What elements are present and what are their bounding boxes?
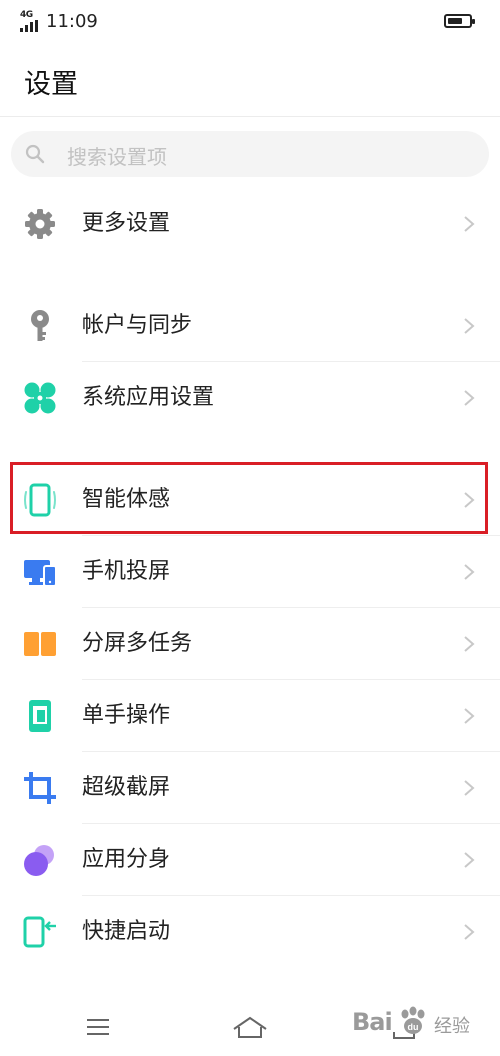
- item-label: 系统应用设置: [82, 385, 215, 410]
- search-icon: [25, 144, 45, 164]
- item-label: 分屏多任务: [82, 631, 193, 656]
- watermark-brand: Bai: [352, 1008, 393, 1036]
- chevron-right-icon: [464, 708, 475, 724]
- status-time: 11:09: [46, 11, 98, 32]
- chevron-right-icon: [464, 852, 475, 868]
- apps-grid-icon: [24, 382, 56, 414]
- cellular-signal-icon: 4G: [20, 10, 42, 32]
- key-icon: [31, 310, 49, 341]
- settings-item-screen-cast[interactable]: 手机投屏: [0, 536, 500, 608]
- settings-item-split-screen[interactable]: 分屏多任务: [0, 608, 500, 680]
- status-bar: 4G 11:09: [0, 0, 500, 44]
- app-clone-icon: [24, 845, 54, 876]
- battery-icon: [444, 14, 475, 28]
- paw-icon: du: [401, 1006, 425, 1034]
- page-title: 设置: [24, 69, 78, 100]
- chevron-right-icon: [464, 216, 475, 232]
- menu-icon[interactable]: [78, 1012, 118, 1042]
- network-type: 4G: [20, 10, 33, 20]
- chevron-right-icon: [464, 636, 475, 652]
- gear-icon: [25, 209, 55, 239]
- chevron-right-icon: [464, 780, 475, 796]
- screen-cast-icon: [24, 560, 57, 587]
- crop-icon: [24, 772, 56, 804]
- svg-text:du: du: [408, 1022, 419, 1032]
- chevron-right-icon: [464, 390, 475, 406]
- home-icon[interactable]: [230, 1012, 270, 1042]
- highlight-frame: [10, 462, 488, 534]
- one-hand-icon: [29, 700, 51, 732]
- item-label: 超级截屏: [82, 775, 171, 800]
- watermark-sub: 经验: [434, 1016, 470, 1037]
- settings-item-one-hand[interactable]: 单手操作: [0, 680, 500, 752]
- item-label: 帐户与同步: [82, 313, 193, 338]
- chevron-right-icon: [464, 318, 475, 334]
- search-input[interactable]: 搜索设置项: [11, 131, 489, 177]
- item-label: 单手操作: [82, 703, 171, 728]
- item-label: 手机投屏: [82, 559, 171, 584]
- search-placeholder: 搜索设置项: [67, 145, 167, 169]
- settings-item-app-clone[interactable]: 应用分身: [0, 824, 500, 896]
- settings-item-more-settings[interactable]: 更多设置: [0, 188, 500, 260]
- quick-launch-icon: [23, 916, 56, 948]
- settings-item-super-screenshot[interactable]: 超级截屏: [0, 752, 500, 824]
- settings-item-system-apps[interactable]: 系统应用设置: [0, 362, 500, 434]
- split-screen-icon: [24, 632, 56, 656]
- item-label: 应用分身: [82, 847, 171, 872]
- chevron-right-icon: [464, 924, 475, 940]
- settings-item-quick-launch[interactable]: 快捷启动: [0, 896, 500, 968]
- settings-item-account-sync[interactable]: 帐户与同步: [0, 290, 500, 362]
- item-label: 快捷启动: [82, 919, 171, 944]
- item-label: 更多设置: [82, 211, 171, 236]
- watermark-logo: Bai du 经验: [352, 1002, 492, 1046]
- chevron-right-icon: [464, 564, 475, 580]
- header-divider: [0, 116, 500, 117]
